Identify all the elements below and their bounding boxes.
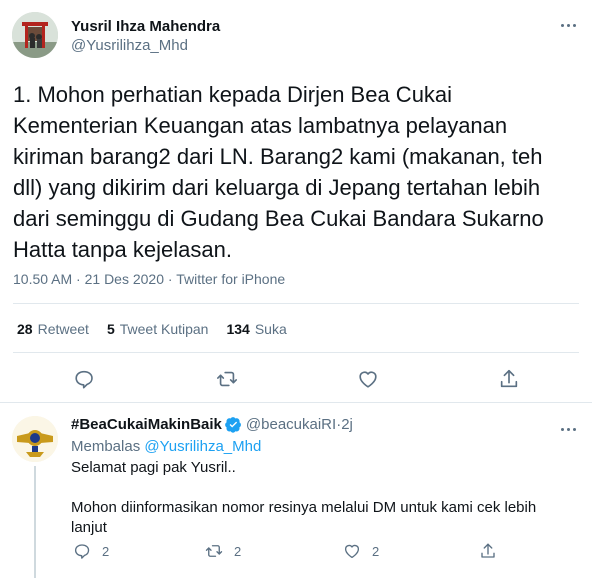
like-stat-label: Suka xyxy=(254,321,287,337)
reply-like-count: 2 xyxy=(372,543,380,559)
reply-icon xyxy=(74,544,90,559)
retweet-count: 28 xyxy=(17,321,33,337)
tweet-source[interactable]: Twitter for iPhone xyxy=(176,271,285,287)
tweet-date[interactable]: 21 Des 2020 xyxy=(85,271,164,287)
reply-line-2: Mohon diinformasikan nomor resinya melal… xyxy=(71,499,537,536)
replying-to: Membalas @Yusrilihza_Mhd xyxy=(71,438,261,455)
reply-time[interactable]: 2j xyxy=(341,416,353,433)
tweet-actions xyxy=(0,368,592,392)
reply-like-button[interactable]: 2 xyxy=(343,542,379,560)
share-icon xyxy=(481,543,495,558)
reply-reply-count: 2 xyxy=(102,543,110,559)
divider xyxy=(13,352,579,353)
author-name[interactable]: Yusril Ihza Mahendra xyxy=(71,18,220,36)
reply-share-button[interactable] xyxy=(479,542,497,560)
retweet-icon xyxy=(205,545,223,557)
quote-stat[interactable]: 5 Tweet Kutipan xyxy=(107,321,209,337)
like-count: 134 xyxy=(226,321,250,337)
tweet-time[interactable]: 10.50 AM xyxy=(13,271,72,287)
divider xyxy=(13,303,579,304)
quote-count: 5 xyxy=(106,321,115,337)
verified-badge-icon xyxy=(225,416,242,433)
reply-more-options-icon[interactable] xyxy=(558,422,578,436)
reply-line-1: Selamat pagi pak Yusril.. xyxy=(71,459,236,476)
avatar[interactable] xyxy=(12,12,58,58)
like-stat[interactable]: 134 Suka xyxy=(226,321,286,337)
quote-stat-label: Tweet Kutipan xyxy=(119,321,209,337)
like-icon[interactable] xyxy=(357,368,379,390)
more-options-icon[interactable] xyxy=(558,18,578,32)
reply-actions: 2 2 2 xyxy=(0,542,592,562)
retweet-stat[interactable]: 28 Retweet xyxy=(17,321,89,337)
reply-icon[interactable] xyxy=(73,368,95,390)
replying-mention[interactable]: @Yusrilihza_Mhd xyxy=(144,438,261,455)
reply-retweet-button[interactable]: 2 xyxy=(205,542,241,560)
reply-avatar[interactable] xyxy=(12,416,58,462)
reply-author-handle[interactable]: @beacukaiRI xyxy=(246,416,336,433)
tweet-stats: 28 Retweet 5 Tweet Kutipan 134 Suka xyxy=(17,321,287,337)
retweet-icon[interactable] xyxy=(216,368,238,390)
share-icon[interactable] xyxy=(498,368,520,390)
reply-header: #BeaCukaiMakinBaik @beacukaiRI · 2j xyxy=(71,416,353,433)
reply-reply-button[interactable]: 2 xyxy=(73,542,109,560)
reply-retweet-count: 2 xyxy=(234,543,242,559)
author-handle[interactable]: @Yusrilihza_Mhd xyxy=(71,36,220,56)
reply-text: Selamat pagi pak Yusril.. Mohon diinform… xyxy=(71,458,571,538)
tweet-text: 1. Mohon perhatian kepada Dirjen Bea Cuk… xyxy=(13,82,544,262)
reply-tweet[interactable]: #BeaCukaiMakinBaik @beacukaiRI · 2j Memb… xyxy=(0,402,592,581)
meta-separator: · xyxy=(72,271,85,287)
tweet-meta: 10.50 AM · 21 Des 2020 · Twitter for iPh… xyxy=(13,271,285,287)
reply-author-name[interactable]: #BeaCukaiMakinBaik xyxy=(71,416,222,433)
meta-separator: · xyxy=(164,271,177,287)
retweet-stat-label: Retweet xyxy=(37,321,89,337)
replying-prefix: Membalas xyxy=(71,438,145,455)
author-block[interactable]: Yusril Ihza Mahendra @Yusrilihza_Mhd xyxy=(71,18,220,56)
like-icon xyxy=(344,544,360,559)
